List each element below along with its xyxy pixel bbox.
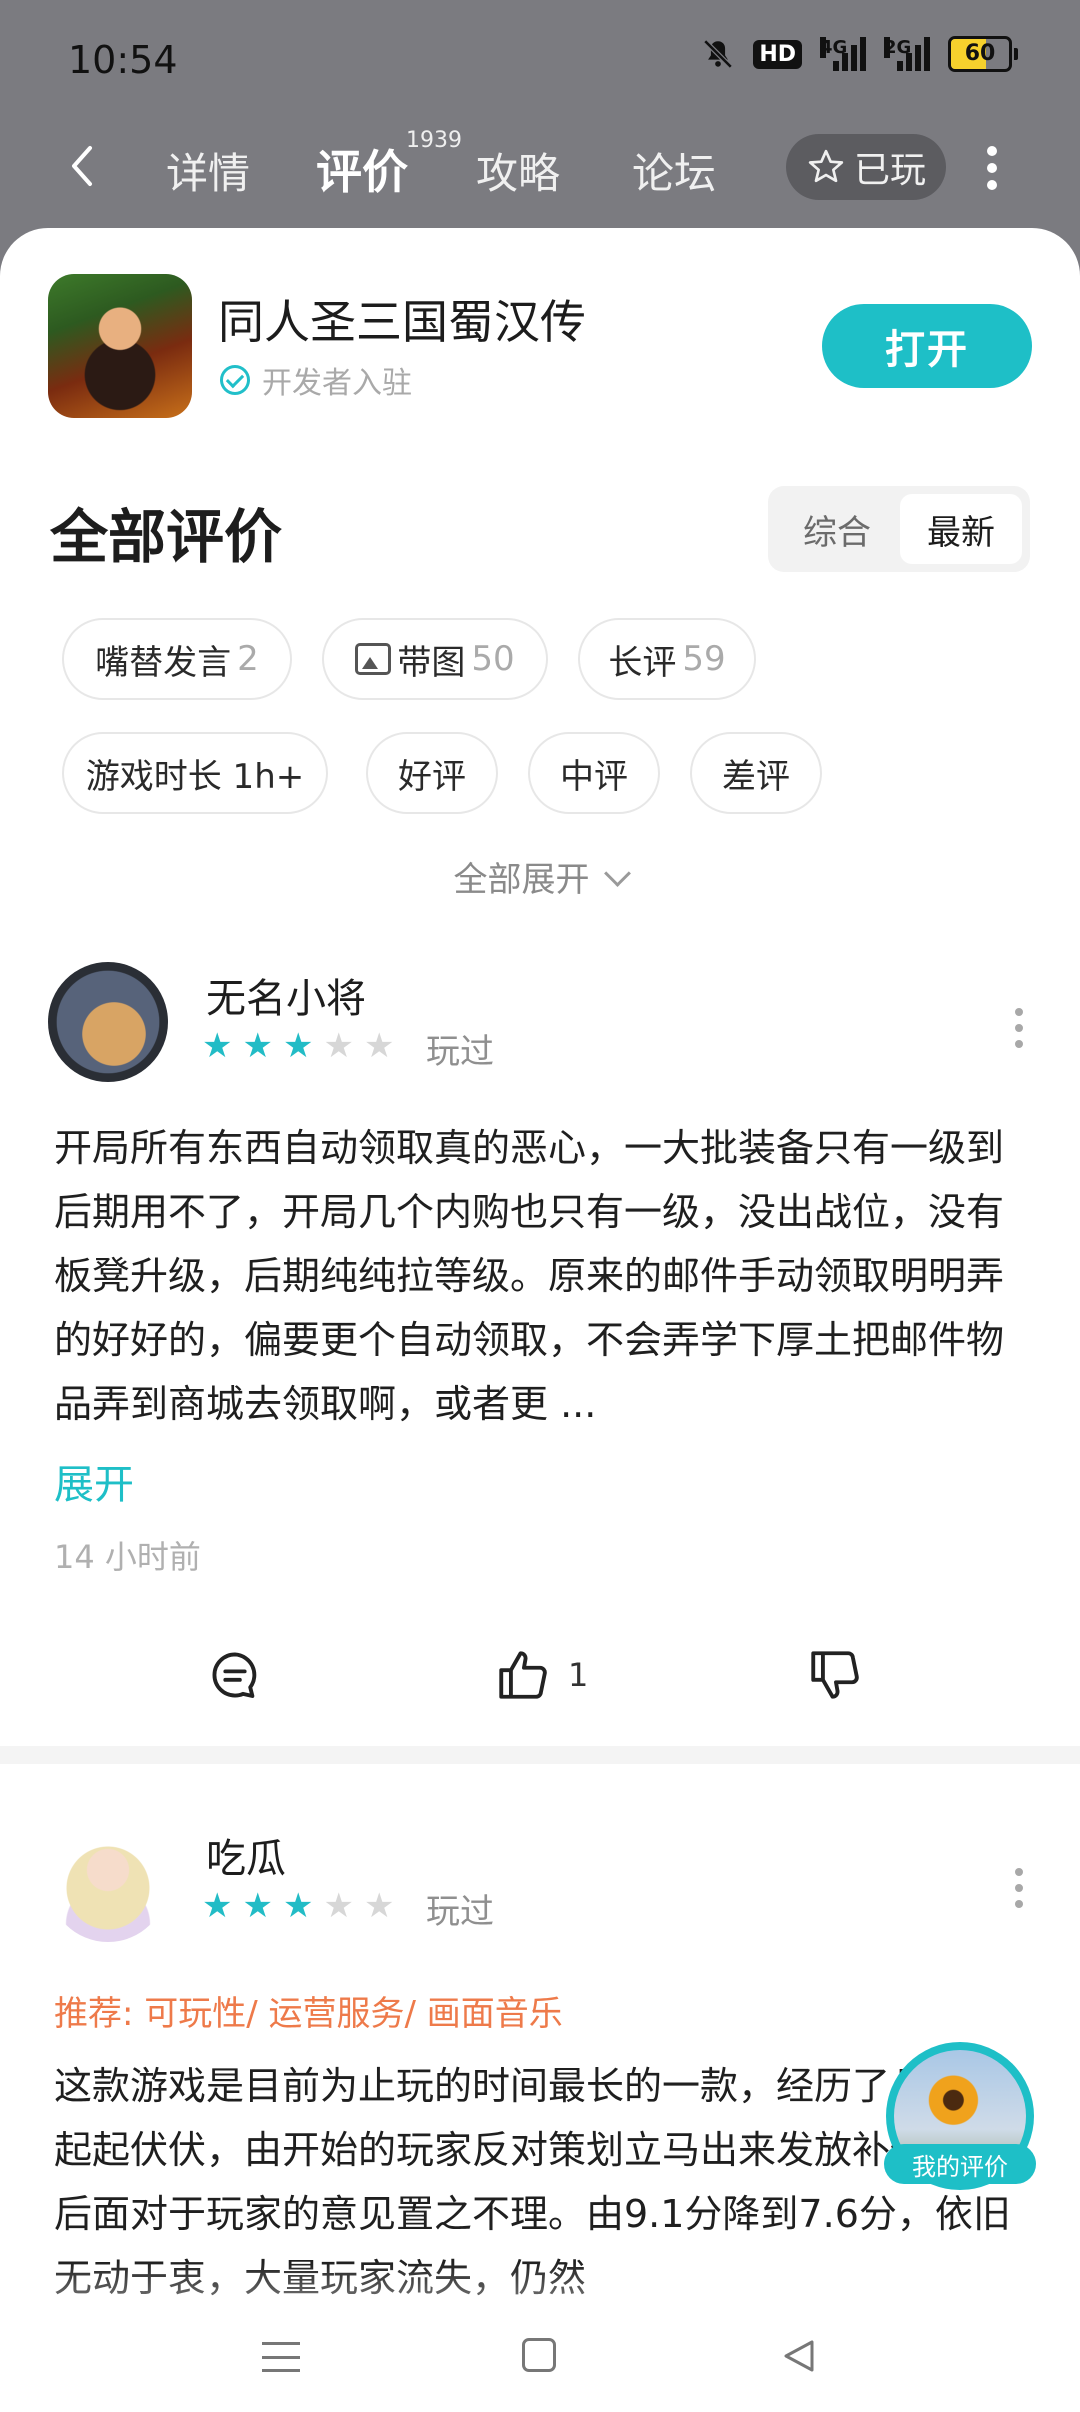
signal-4g-icon: 4G <box>820 37 866 71</box>
tab-forum[interactable]: 论坛 <box>632 140 716 201</box>
sort-comprehensive[interactable]: 综合 <box>776 494 898 564</box>
tab-guides[interactable]: 攻略 <box>476 140 560 201</box>
review-text: 开局所有东西自动领取真的恶心，一大批装备只有一级到后期用不了，开局几个内购也只有… <box>54 1126 1005 1426</box>
star-empty-icon: ★ <box>323 1026 354 1066</box>
rating-stars: ★ ★ ★ ★ ★ <box>202 1888 394 1924</box>
tab-details[interactable]: 详情 <box>166 140 250 201</box>
section-title: 全部评价 <box>50 503 283 571</box>
review-username[interactable]: 吃瓜 <box>206 1826 286 1884</box>
chevron-down-icon <box>603 860 631 887</box>
review-more-icon[interactable] <box>1014 1008 1024 1048</box>
star-empty-icon: ★ <box>363 1026 395 1066</box>
dislike-button[interactable] <box>806 1646 864 1704</box>
system-back-icon[interactable] <box>778 2336 818 2376</box>
sort-latest[interactable]: 最新 <box>900 494 1022 564</box>
my-review-button[interactable]: 我的评价 <box>884 2042 1036 2190</box>
star-outline-icon <box>808 149 844 183</box>
recommend-tags: 推荐: 可玩性/ 运营服务/ 画面音乐 <box>54 1994 563 2034</box>
top-nav: 详情 评价 1939 攻略 论坛 已玩 <box>0 120 1080 230</box>
back-arrow-icon[interactable] <box>60 142 108 190</box>
star-filled-icon: ★ <box>202 1026 233 1066</box>
star-filled-icon: ★ <box>242 1026 273 1066</box>
thumbs-up-icon <box>499 1651 547 1699</box>
star-filled-icon: ★ <box>282 1886 314 1926</box>
image-icon <box>355 643 392 675</box>
comment-button[interactable] <box>206 1646 264 1704</box>
thumbs-down-icon <box>811 1651 859 1699</box>
star-empty-icon: ★ <box>323 1886 354 1926</box>
content-sheet: 同人圣三国蜀汉传 开发者入驻 打开 全部评价 综合 最新 嘴替发言 2 带图 5… <box>0 228 1080 2412</box>
filter-chip-playtime[interactable]: 游戏时长 1h+ <box>62 732 328 814</box>
filter-chip-long-reviews[interactable]: 长评 59 <box>578 618 756 700</box>
game-icon[interactable] <box>48 274 192 418</box>
filter-chip-quotes[interactable]: 嘴替发言 2 <box>62 618 292 700</box>
status-bar: 10:54 HD 4G 2G 60 <box>0 0 1080 120</box>
verified-check-icon <box>220 365 250 395</box>
developer-badge: 开发者入驻 <box>220 358 412 402</box>
star-filled-icon: ★ <box>242 1886 273 1926</box>
rating-stars: ★ ★ ★ ★ ★ <box>202 1028 394 1064</box>
home-icon[interactable] <box>522 2338 556 2372</box>
status-icons: HD 4G 2G 60 <box>701 36 1018 72</box>
more-options-icon[interactable] <box>986 146 998 190</box>
developer-badge-label: 开发者入驻 <box>262 366 412 401</box>
expand-all-filters[interactable]: 全部展开 <box>0 852 1080 901</box>
comment-icon <box>212 1652 257 1698</box>
signal-2g-icon: 2G <box>884 37 930 71</box>
played-tag: 玩过 <box>426 1892 494 1932</box>
played-button[interactable]: 已玩 <box>786 134 946 200</box>
my-review-label: 我的评价 <box>884 2144 1036 2184</box>
tab-reviews[interactable]: 评价 <box>316 136 408 202</box>
filter-chip-neutral[interactable]: 中评 <box>528 732 660 814</box>
review-count-badge: 1939 <box>406 128 462 153</box>
system-nav-bar <box>0 2302 1080 2412</box>
review-username[interactable]: 无名小将 <box>206 966 366 1024</box>
divider <box>0 1746 1080 1764</box>
game-title: 同人圣三国蜀汉传 <box>218 295 586 349</box>
review-more-icon[interactable] <box>1014 1868 1024 1908</box>
clock: 10:54 <box>68 38 178 82</box>
like-count: 1 <box>568 1656 589 1694</box>
filter-chip-with-images[interactable]: 带图 50 <box>322 618 548 700</box>
star-filled-icon: ★ <box>202 1886 233 1926</box>
played-tag: 玩过 <box>426 1032 494 1072</box>
filter-chip-negative[interactable]: 差评 <box>690 732 822 814</box>
avatar[interactable] <box>48 1822 168 1942</box>
hd-icon: HD <box>753 39 802 69</box>
star-filled-icon: ★ <box>282 1026 314 1066</box>
open-button[interactable]: 打开 <box>822 304 1032 388</box>
like-button[interactable]: 1 <box>494 1646 588 1704</box>
avatar[interactable] <box>48 962 168 1082</box>
recent-apps-icon[interactable] <box>262 2342 300 2372</box>
played-label: 已玩 <box>853 150 926 191</box>
expand-link[interactable]: 展开 <box>54 1452 134 1510</box>
review-timestamp: 14 小时前 <box>54 1538 201 1576</box>
bell-mute-icon <box>703 39 733 69</box>
battery-icon: 60 <box>948 36 1018 72</box>
filter-chip-positive[interactable]: 好评 <box>366 732 498 814</box>
star-empty-icon: ★ <box>363 1886 395 1926</box>
sort-toggle: 综合 最新 <box>768 486 1030 572</box>
